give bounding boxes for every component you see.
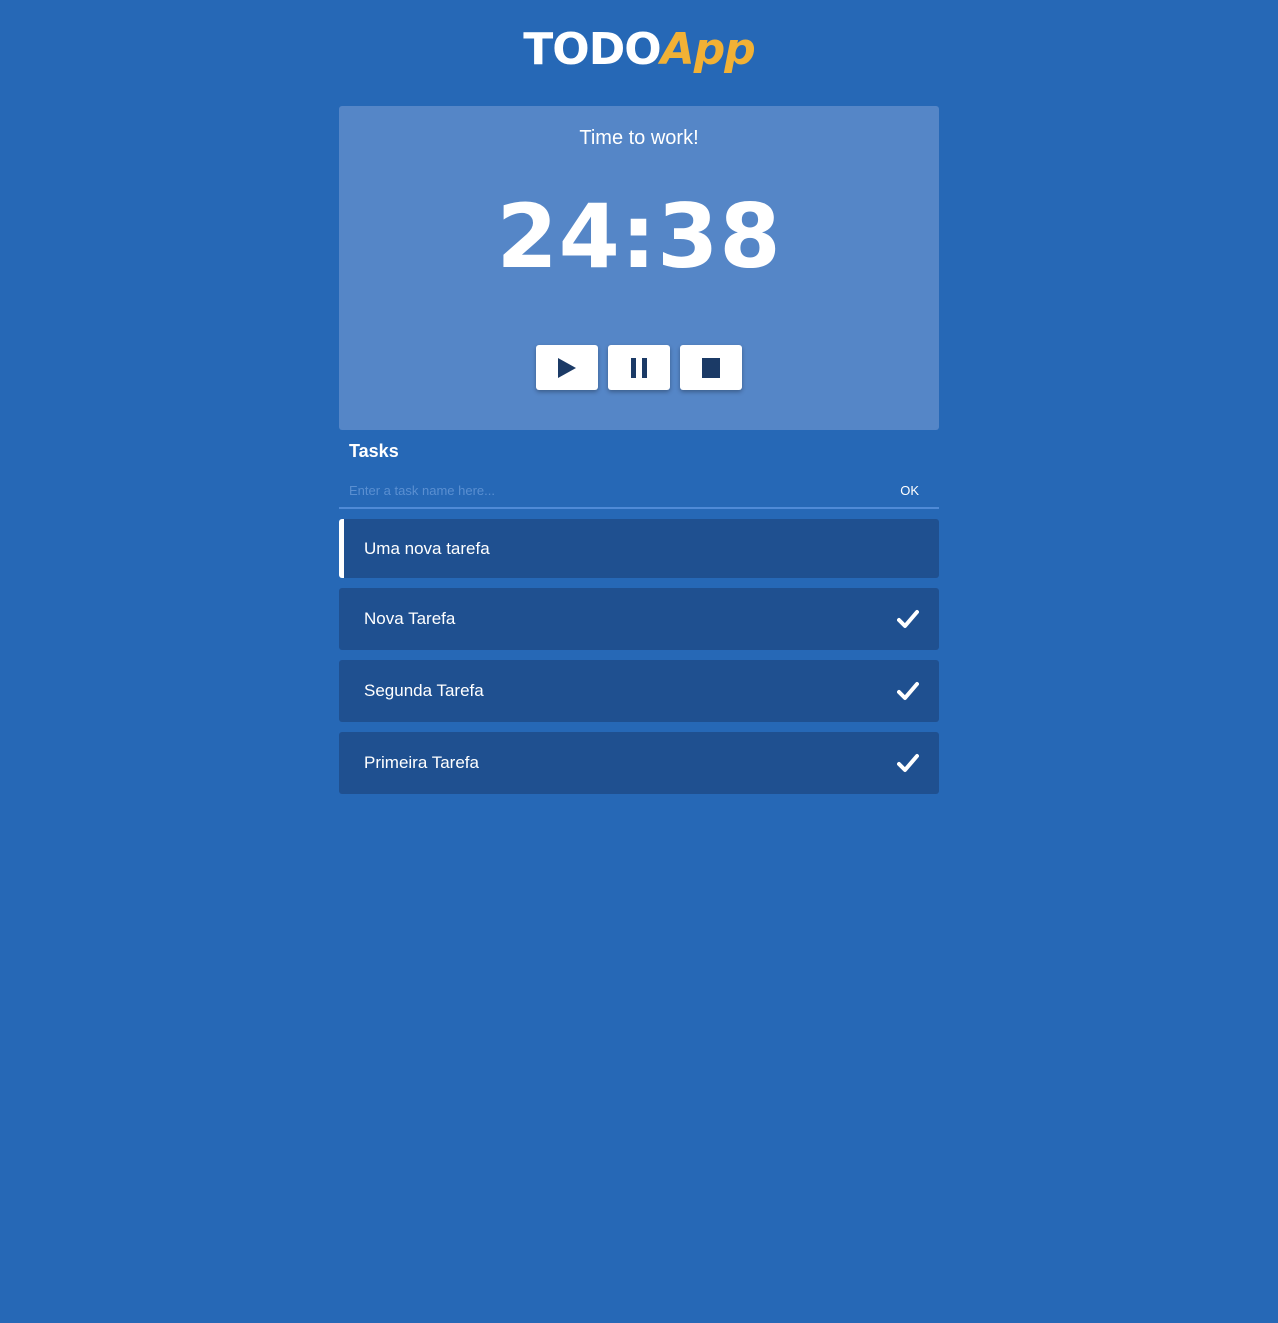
tasks-title: Tasks: [349, 441, 399, 461]
task-item[interactable]: Primeira Tarefa: [339, 732, 939, 794]
task-item[interactable]: Segunda Tarefa: [339, 660, 939, 722]
timer-status: Time to work!: [579, 127, 699, 149]
pause-button[interactable]: [608, 345, 670, 390]
task-name-input[interactable]: [349, 480, 849, 500]
checkmark-icon: [897, 754, 919, 772]
pause-icon: [631, 357, 647, 378]
task-label: Segunda Tarefa: [364, 681, 484, 700]
play-button[interactable]: [536, 345, 598, 390]
task-label: Primeira Tarefa: [364, 753, 479, 772]
stop-icon: [702, 357, 720, 378]
task-item[interactable]: Uma nova tarefa: [339, 519, 939, 578]
app-logo: TODOApp: [0, 24, 1278, 76]
timer-display: 24:38: [496, 185, 782, 288]
task-label: Nova Tarefa: [364, 609, 456, 628]
play-icon: [558, 357, 576, 378]
stop-button[interactable]: [680, 345, 742, 390]
task-label: Uma nova tarefa: [364, 538, 490, 558]
task-list: Uma nova tarefa Nova Tarefa Segunda Tare…: [339, 519, 939, 804]
checkmark-icon: [897, 682, 919, 700]
task-form: OK: [339, 472, 939, 509]
logo-accent-text: App: [660, 24, 756, 75]
timer-controls: [536, 345, 742, 390]
checkmark-icon: [897, 610, 919, 628]
ok-button[interactable]: OK: [892, 479, 927, 502]
logo-main-text: TODO: [523, 24, 661, 75]
task-item[interactable]: Nova Tarefa: [339, 588, 939, 650]
